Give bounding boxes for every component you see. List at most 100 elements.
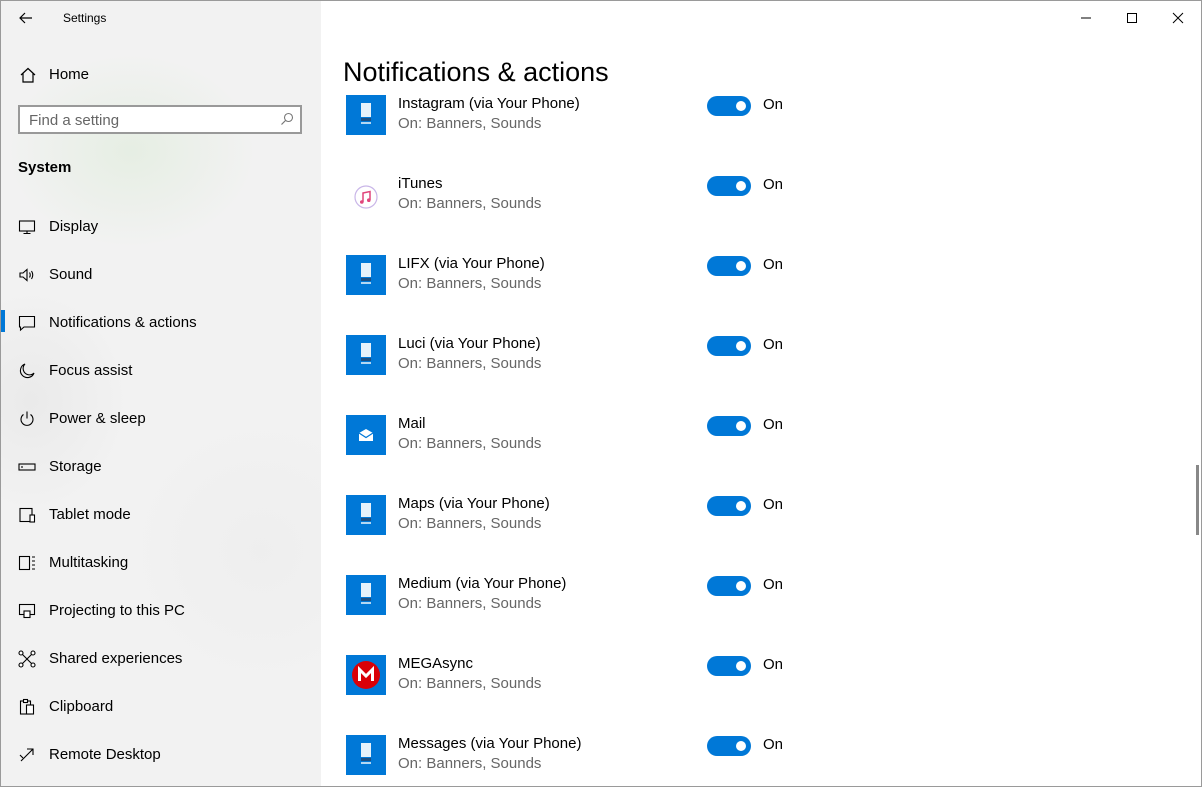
moon-icon [19, 363, 35, 379]
sidebar-item-shared-experiences[interactable]: Shared experiences [1, 635, 321, 683]
sidebar-item-label: Sound [49, 266, 93, 283]
your-phone-icon [346, 335, 386, 375]
megasync-icon [346, 655, 386, 695]
home-icon [20, 67, 36, 83]
clipboard-icon [19, 698, 35, 715]
close-button[interactable] [1155, 1, 1201, 35]
toggle-label: On [763, 96, 784, 113]
sidebar-item-label: Remote Desktop [49, 746, 161, 763]
shared-experiences-icon [18, 650, 36, 668]
home-nav-item[interactable]: Home [1, 59, 321, 91]
maximize-icon [1127, 13, 1137, 23]
list-item: Medium (via Your Phone) On: Banners, Sou… [321, 561, 1181, 641]
sidebar-item-label: Notifications & actions [49, 314, 197, 331]
sidebar-item-remote-desktop[interactable]: Remote Desktop [1, 731, 321, 779]
your-phone-icon [346, 95, 386, 135]
notification-toggle[interactable] [707, 256, 751, 276]
title-bar: Settings [1, 1, 321, 35]
sidebar-item-power-sleep[interactable]: Power & sleep [1, 395, 321, 443]
list-item: LIFX (via Your Phone) On: Banners, Sound… [321, 241, 1181, 321]
sidebar-item-label: Multitasking [49, 554, 129, 571]
scrollbar-thumb[interactable] [1196, 465, 1199, 535]
notification-toggle[interactable] [707, 336, 751, 356]
search-input[interactable] [29, 111, 269, 129]
notification-toggle[interactable] [707, 176, 751, 196]
remote-desktop-icon [19, 748, 34, 762]
sidebar-item-label: Display [49, 218, 99, 235]
window-controls [1063, 1, 1201, 35]
toggle-label: On [763, 416, 784, 433]
tablet-icon [19, 507, 36, 523]
minimize-button[interactable] [1063, 1, 1109, 35]
app-status: On: Banners, Sounds [398, 195, 542, 212]
app-name: Instagram (via Your Phone) [398, 95, 580, 112]
search-icon[interactable] [280, 112, 294, 126]
list-item: Instagram (via Your Phone) On: Banners, … [321, 81, 1181, 161]
toggle-label: On [763, 256, 784, 273]
app-status: On: Banners, Sounds [398, 755, 542, 772]
sidebar-nav: Display Sound Notifications & actions Fo… [1, 203, 321, 779]
notification-toggle[interactable] [707, 576, 751, 596]
list-item: Mail On: Banners, Sounds On [321, 401, 1181, 481]
app-name: iTunes [398, 175, 443, 192]
sidebar-item-label: Power & sleep [49, 410, 146, 427]
sidebar-item-storage[interactable]: Storage [1, 443, 321, 491]
sidebar-item-projecting[interactable]: Projecting to this PC [1, 587, 321, 635]
monitor-icon [18, 220, 36, 235]
toggle-label: On [763, 576, 784, 593]
list-item: Messages (via Your Phone) On: Banners, S… [321, 721, 1181, 786]
section-title: System [18, 159, 72, 176]
app-name: Luci (via Your Phone) [398, 335, 541, 352]
toggle-label: On [763, 656, 784, 673]
your-phone-icon [346, 495, 386, 535]
your-phone-icon [346, 255, 386, 295]
app-status: On: Banners, Sounds [398, 515, 542, 532]
your-phone-icon [346, 575, 386, 615]
app-title: Settings [63, 11, 107, 25]
back-arrow-icon [19, 12, 32, 24]
list-item: MEGAsync On: Banners, Sounds On [321, 641, 1181, 721]
multitasking-icon [18, 555, 35, 571]
search-box[interactable] [18, 105, 302, 134]
mail-icon [346, 415, 386, 455]
sidebar-item-label: Tablet mode [49, 506, 131, 523]
app-name: Medium (via Your Phone) [398, 575, 567, 592]
power-icon [20, 411, 34, 426]
list-item: Luci (via Your Phone) On: Banners, Sound… [321, 321, 1181, 401]
sidebar-item-label: Shared experiences [49, 650, 183, 667]
sidebar-item-label: Projecting to this PC [49, 602, 185, 619]
page-title: Notifications & actions [343, 57, 609, 90]
app-name: Maps (via Your Phone) [398, 495, 550, 512]
toggle-label: On [763, 736, 784, 753]
main-content: Instagram (via Your Phone) On: Banners, … [321, 1, 1201, 786]
minimize-icon [1081, 17, 1091, 19]
notification-toggle[interactable] [707, 416, 751, 436]
sidebar-item-notifications[interactable]: Notifications & actions [1, 299, 321, 347]
list-item: iTunes On: Banners, Sounds On [321, 161, 1181, 241]
close-icon [1172, 12, 1184, 24]
app-status: On: Banners, Sounds [398, 435, 542, 452]
app-name: MEGAsync [398, 655, 474, 672]
sidebar-item-clipboard[interactable]: Clipboard [1, 683, 321, 731]
app-status: On: Banners, Sounds [398, 275, 542, 292]
maximize-button[interactable] [1109, 1, 1155, 35]
notification-toggle[interactable] [707, 736, 751, 756]
sidebar-item-focus-assist[interactable]: Focus assist [1, 347, 321, 395]
sidebar-item-tablet-mode[interactable]: Tablet mode [1, 491, 321, 539]
sidebar-item-sound[interactable]: Sound [1, 251, 321, 299]
home-label: Home [49, 66, 90, 83]
toggle-label: On [763, 176, 784, 193]
storage-icon [18, 463, 36, 471]
app-name: Messages (via Your Phone) [398, 735, 582, 752]
app-status: On: Banners, Sounds [398, 595, 542, 612]
app-status: On: Banners, Sounds [398, 115, 542, 132]
notification-toggle[interactable] [707, 656, 751, 676]
sidebar-item-display[interactable]: Display [1, 203, 321, 251]
speaker-icon [19, 268, 34, 282]
sidebar-item-label: Focus assist [49, 362, 133, 379]
notification-toggle[interactable] [707, 496, 751, 516]
sidebar-item-multitasking[interactable]: Multitasking [1, 539, 321, 587]
your-phone-icon [346, 735, 386, 775]
notification-toggle[interactable] [707, 96, 751, 116]
back-button[interactable] [13, 7, 39, 29]
